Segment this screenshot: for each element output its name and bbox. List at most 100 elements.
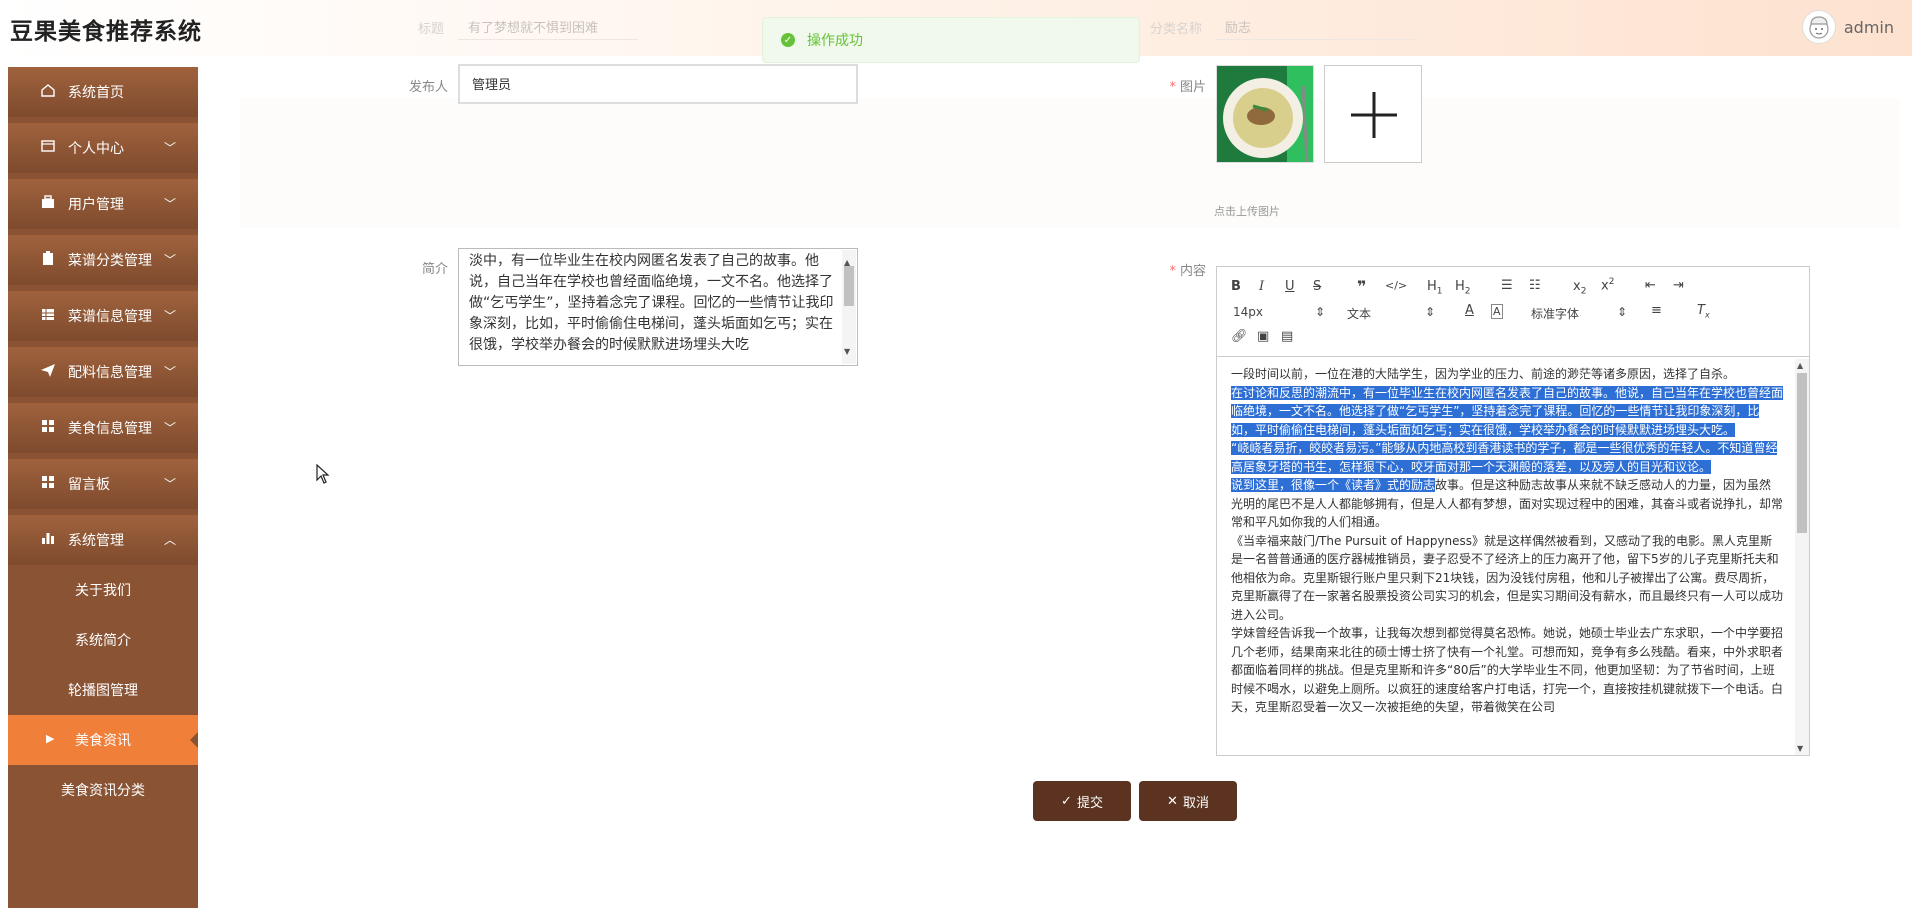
text-color-icon[interactable]: A bbox=[1465, 303, 1474, 318]
editor-scroll-thumb[interactable] bbox=[1797, 373, 1807, 533]
outdent-icon[interactable]: ⇤ bbox=[1645, 278, 1656, 293]
ghost-title-label: 标题 bbox=[418, 22, 445, 37]
scroll-down-icon[interactable]: ▼ bbox=[1797, 744, 1803, 753]
active-indicator bbox=[190, 732, 198, 748]
dashboard-icon bbox=[38, 474, 58, 494]
home-icon bbox=[38, 82, 58, 102]
background-color-icon[interactable]: A bbox=[1491, 304, 1503, 319]
heading-2-icon[interactable]: H2 bbox=[1455, 279, 1471, 297]
chevron-down-icon: ﹀ bbox=[163, 421, 176, 435]
success-toast: ✓ 操作成功 bbox=[762, 17, 1140, 63]
image-icon[interactable]: ▣ bbox=[1257, 329, 1269, 344]
editor-paragraph: 一段时间以前，一位在港的大陆学生，因为学业的压力、前途的渺茫等诸多原因，选择了自… bbox=[1231, 367, 1736, 381]
sidebar-subitem-label: 美食资讯 bbox=[75, 733, 131, 749]
sidebar-item-label: 用户管理 bbox=[68, 197, 124, 213]
editor-scrollbar[interactable]: ▲ ▼ bbox=[1795, 359, 1809, 755]
underline-icon[interactable]: U bbox=[1285, 279, 1295, 294]
close-icon: ✕ bbox=[1167, 793, 1178, 808]
intro-text: 淡中，有一位毕业生在校内网匿名发表了自己的故事。他说，自己当年在学校也曾经面临绝… bbox=[469, 253, 834, 353]
sidebar-subitem-carousel[interactable]: 轮播图管理 bbox=[8, 665, 198, 715]
sidebar-item-user-management[interactable]: 用户管理 ﹀ bbox=[8, 179, 198, 229]
sidebar-item-recipe-category[interactable]: 菜谱分类管理 ﹀ bbox=[8, 235, 198, 285]
sidebar-item-label: 配料信息管理 bbox=[68, 365, 152, 381]
publisher-input[interactable]: 管理员 bbox=[458, 64, 858, 104]
rich-text-editor[interactable]: B I U S ❞ </> H1 H2 ☰ ☷ x2 x2 ⇤ ⇥ 14px ⇕… bbox=[1216, 266, 1810, 756]
ghost-title-input[interactable]: 有了梦想就不惧到困难 bbox=[458, 10, 638, 40]
publisher-label: 发布人 bbox=[408, 80, 448, 95]
ghost-category-label: 分类名称 bbox=[1150, 22, 1203, 37]
form-row-background bbox=[240, 98, 1900, 228]
check-circle-icon: ✓ bbox=[781, 33, 795, 47]
sidebar-subitem-food-news[interactable]: ▶ 美食资讯 bbox=[8, 715, 198, 765]
chevron-down-icon: ﹀ bbox=[163, 309, 176, 323]
chart-icon bbox=[38, 530, 58, 550]
play-icon: ▶ bbox=[46, 732, 55, 745]
content-label: * 内容 bbox=[1169, 264, 1206, 279]
uploaded-food-image[interactable] bbox=[1216, 65, 1314, 163]
sidebar-item-system-management[interactable]: 系统管理 ︿ bbox=[8, 515, 198, 565]
sidebar-item-food-info[interactable]: 美食信息管理 ﹀ bbox=[8, 403, 198, 453]
paragraph-select[interactable]: 文本 bbox=[1347, 305, 1371, 322]
indent-icon[interactable]: ⇥ bbox=[1673, 278, 1684, 293]
sidebar-subitem-about-us[interactable]: 关于我们 bbox=[8, 565, 198, 615]
sidebar-subitem-food-news-category[interactable]: 美食资讯分类 bbox=[8, 765, 198, 815]
chevron-down-icon: ﹀ bbox=[163, 365, 176, 379]
font-family-select[interactable]: 标准字体 bbox=[1531, 305, 1579, 322]
user-name[interactable]: admin bbox=[1844, 18, 1894, 37]
sidebar-item-ingredient-info[interactable]: 配料信息管理 ﹀ bbox=[8, 347, 198, 397]
chevron-down-icon: ﹀ bbox=[163, 477, 176, 491]
sidebar: 系统首页 个人中心 ﹀ 用户管理 ﹀ 菜谱分类管理 ﹀ 菜谱信息管理 ﹀ 配料信… bbox=[8, 67, 198, 908]
code-block-icon[interactable]: </> bbox=[1385, 279, 1407, 292]
subscript-icon[interactable]: x2 bbox=[1573, 279, 1586, 297]
italic-icon[interactable]: I bbox=[1259, 279, 1264, 294]
grid-icon bbox=[38, 306, 58, 326]
strikethrough-icon[interactable]: S bbox=[1313, 279, 1321, 294]
chevron-down-icon: ﹀ bbox=[163, 141, 176, 155]
sidebar-subitem-system-intro[interactable]: 系统简介 bbox=[8, 615, 198, 665]
sidebar-item-personal-center[interactable]: 个人中心 ﹀ bbox=[8, 123, 198, 173]
sidebar-item-recipe-info[interactable]: 菜谱信息管理 ﹀ bbox=[8, 291, 198, 341]
intro-textarea[interactable]: 淡中，有一位毕业生在校内网匿名发表了自己的故事。他说，自己当年在学校也曾经面临绝… bbox=[458, 248, 858, 366]
align-icon[interactable]: ≡ bbox=[1651, 303, 1662, 318]
intro-scroll-thumb[interactable] bbox=[844, 266, 854, 306]
briefcase-icon bbox=[38, 194, 58, 214]
video-icon[interactable]: ▤ bbox=[1281, 329, 1293, 344]
sidebar-item-label: 菜谱信息管理 bbox=[68, 309, 152, 325]
cancel-button[interactable]: ✕ 取消 bbox=[1139, 781, 1237, 821]
chevron-down-icon: ﹀ bbox=[163, 197, 176, 211]
editor-content[interactable]: 一段时间以前，一位在港的大陆学生，因为学业的压力、前途的渺茫等诸多原因，选择了自… bbox=[1217, 359, 1809, 755]
submit-button[interactable]: ✓ 提交 bbox=[1033, 781, 1131, 821]
superscript-icon[interactable]: x2 bbox=[1601, 277, 1614, 293]
sidebar-item-message-board[interactable]: 留言板 ﹀ bbox=[8, 459, 198, 509]
upload-image-button[interactable] bbox=[1324, 65, 1422, 163]
chevron-updown-icon: ⇕ bbox=[1315, 305, 1326, 319]
scroll-down-icon[interactable]: ▼ bbox=[844, 341, 850, 362]
sidebar-item-label: 留言板 bbox=[68, 477, 110, 493]
blockquote-icon[interactable]: ❞ bbox=[1357, 277, 1366, 296]
clear-format-icon[interactable]: Tx bbox=[1697, 303, 1710, 320]
chef-avatar-icon[interactable] bbox=[1801, 10, 1836, 44]
scroll-up-icon[interactable]: ▲ bbox=[1797, 361, 1803, 370]
mouse-cursor-icon bbox=[316, 464, 330, 484]
plus-icon bbox=[1351, 92, 1397, 138]
link-icon[interactable]: 🔗︎ bbox=[1231, 329, 1248, 344]
editor-toolbar: B I U S ❞ </> H1 H2 ☰ ☷ x2 x2 ⇤ ⇥ 14px ⇕… bbox=[1217, 267, 1809, 357]
toast-message: 操作成功 bbox=[807, 33, 863, 49]
image-label: * 图片 bbox=[1169, 80, 1206, 95]
ordered-list-icon[interactable]: ☰ bbox=[1501, 278, 1513, 293]
ghost-category-input[interactable]: 励志 bbox=[1215, 10, 1415, 40]
sidebar-item-label: 菜谱分类管理 bbox=[68, 253, 152, 269]
dashboard-icon bbox=[38, 418, 58, 438]
bold-icon[interactable]: B bbox=[1231, 279, 1241, 294]
intro-scrollbar[interactable]: ▲ ▼ bbox=[842, 250, 856, 364]
sidebar-item-home[interactable]: 系统首页 bbox=[8, 67, 198, 117]
sidebar-item-label: 个人中心 bbox=[68, 141, 124, 157]
editor-paragraph: 在讨论和反思的潮流中，有一位毕业生在校内网匿名发表了自己的故事。他说，自己当年在… bbox=[1231, 385, 1784, 437]
bullet-list-icon[interactable]: ☷ bbox=[1529, 278, 1541, 293]
chevron-updown-icon: ⇕ bbox=[1425, 305, 1436, 319]
heading-1-icon[interactable]: H1 bbox=[1427, 279, 1443, 297]
editor-paragraph: 学妹曾经告诉我一个故事，让我每次想到都觉得莫名恐怖。她说，她硕士毕业去广东求职，… bbox=[1231, 626, 1784, 714]
user-menu[interactable]: admin bbox=[1801, 10, 1894, 44]
font-size-select[interactable]: 14px bbox=[1233, 305, 1263, 319]
check-icon: ✓ bbox=[1061, 793, 1072, 808]
